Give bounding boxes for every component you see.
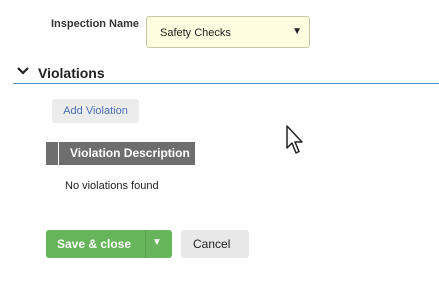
inspection-name-select[interactable]: Safety Checks ▼ (146, 16, 310, 48)
violations-table-header: Violation Description (46, 142, 195, 165)
empty-state-message: No violations found (65, 180, 159, 192)
caret-down-icon: ▼ (292, 26, 302, 37)
chevron-down-icon[interactable] (16, 65, 30, 77)
caret-down-icon[interactable]: ▼ (152, 237, 162, 248)
save-and-close-button[interactable]: Save & close ▼ (46, 230, 172, 258)
mouse-cursor-icon (286, 125, 303, 154)
inspection-name-label: Inspection Name (51, 18, 140, 30)
split-divider (145, 230, 146, 258)
cancel-label: Cancel (193, 237, 231, 251)
inspection-name-value: Safety Checks (160, 27, 231, 39)
add-violation-button[interactable]: Add Violation (52, 99, 139, 123)
save-and-close-label: Save & close (57, 237, 132, 251)
section-title: Violations (38, 65, 105, 81)
table-header-edge (46, 142, 59, 165)
violations-section-header[interactable]: Violations (13, 62, 439, 84)
column-header-violation-description[interactable]: Violation Description (70, 146, 190, 160)
cancel-button[interactable]: Cancel (181, 230, 249, 258)
